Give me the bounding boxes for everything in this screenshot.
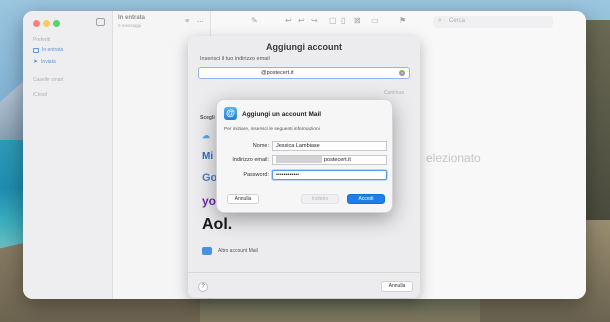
help-button[interactable]: ? xyxy=(198,282,208,292)
at-sign-icon: @ xyxy=(224,107,237,120)
provider-yahoo[interactable]: yo xyxy=(202,194,216,208)
dialog-instructions: Per iniziare, inserisci le seguenti info… xyxy=(224,127,320,132)
email-label: Indirizzo email: xyxy=(232,157,269,163)
provider-other-mail[interactable]: Altro account Mail xyxy=(218,248,258,254)
provider-microsoft[interactable]: Mi xyxy=(202,151,213,162)
redacted-email-part xyxy=(276,156,322,164)
sheet-email-input[interactable]: @postecert.it × xyxy=(198,67,410,79)
sheet-email-value: @postecert.it xyxy=(261,70,294,76)
cancel-button[interactable]: Annulla xyxy=(227,194,259,204)
clear-field-icon[interactable]: × xyxy=(399,70,405,76)
back-button[interactable]: Indietro xyxy=(301,194,339,204)
email-prompt-label: Inserisci il tuo indirizzo email xyxy=(200,56,270,62)
name-field[interactable]: Jessica Lambiase xyxy=(272,141,387,151)
password-value: •••••••••••• xyxy=(276,172,300,178)
name-label: Nome: xyxy=(252,143,269,149)
mail-account-icon xyxy=(202,247,212,255)
sign-in-button[interactable]: Accedi xyxy=(347,194,385,204)
provider-google[interactable]: Go xyxy=(202,172,217,184)
password-label: Password: xyxy=(243,172,269,178)
email-value: postecert.it xyxy=(324,157,351,163)
choose-provider-label: Scegli xyxy=(200,115,215,121)
email-field[interactable]: postecert.it xyxy=(272,155,387,165)
continue-button[interactable]: Continua xyxy=(384,90,404,96)
provider-aol[interactable]: Aol. xyxy=(202,216,232,234)
name-value: Jessica Lambiase xyxy=(276,143,320,149)
add-mail-account-dialog: @ Aggiungi un account Mail Per iniziare,… xyxy=(216,99,393,213)
dialog-title: Aggiungi un account Mail xyxy=(242,111,322,118)
sheet-title: Aggiungi account xyxy=(266,42,342,52)
cloud-icon: ☁ xyxy=(202,131,210,140)
sheet-cancel-button[interactable]: Annulla xyxy=(381,281,413,292)
password-field[interactable]: •••••••••••• xyxy=(272,170,387,180)
sheet-divider xyxy=(188,272,420,273)
provider-icloud[interactable]: ☁ xyxy=(202,131,210,140)
